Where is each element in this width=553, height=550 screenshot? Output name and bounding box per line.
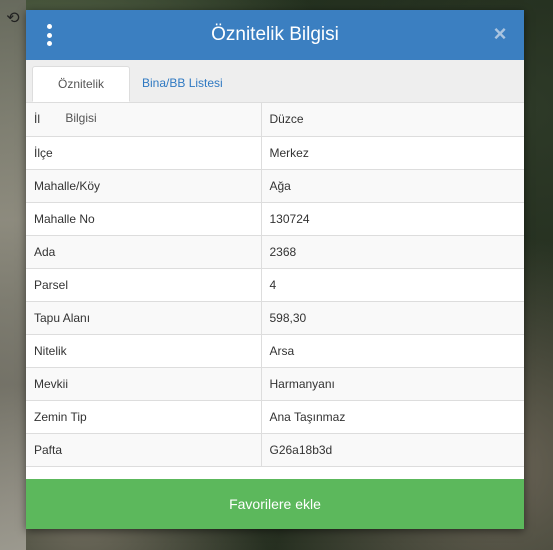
attribute-key: Nitelik: [26, 334, 262, 368]
table-row: Mahalle No 130724: [26, 202, 524, 236]
modal-title: Öznitelik Bilgisi: [211, 24, 339, 45]
attribute-key: Tapu Alanı: [26, 301, 262, 335]
table-row: İl Düzce: [26, 103, 524, 137]
table-row: Pafta G26a18b3d: [26, 433, 524, 467]
attribute-value: 130724: [261, 202, 524, 236]
attribute-value: Düzce: [261, 103, 524, 137]
table-row: Mevkii Harmanyanı: [26, 367, 524, 401]
table-row: Tapu Alanı 598,30: [26, 301, 524, 335]
attribute-value: Ağa: [261, 169, 524, 203]
attribute-key: Zemin Tip: [26, 400, 262, 434]
close-icon[interactable]: ×: [490, 23, 510, 45]
tab-attribute-info[interactable]: Öznitelik Bilgisi: [32, 66, 130, 125]
add-to-favorites-button[interactable]: Favorilere ekle: [26, 479, 524, 529]
attribute-value: Ana Taşınmaz: [261, 400, 524, 434]
table-row: Mahalle/Köy Ağa: [26, 169, 524, 203]
attribute-key: İlçe: [26, 136, 262, 170]
attribute-value: Harmanyanı: [261, 367, 524, 401]
table-row: Zemin Tip Ana Taşınmaz: [26, 400, 524, 434]
table-row: Nitelik Arsa: [26, 334, 524, 368]
attribute-key: Mahalle/Köy: [26, 169, 262, 203]
attribute-value: 598,30: [261, 301, 524, 335]
attribute-value: Arsa: [261, 334, 524, 368]
attribute-value: Merkez: [261, 136, 524, 170]
rotate-icon[interactable]: ⟲: [4, 10, 22, 28]
table-row: Ada 2368: [26, 235, 524, 269]
attribute-key: Pafta: [26, 433, 262, 467]
attribute-info-modal: Öznitelik Bilgisi × Öznitelik Bilgisi Bi…: [26, 10, 524, 529]
modal-header: Öznitelik Bilgisi ×: [26, 10, 524, 60]
attribute-key: Mahalle No: [26, 202, 262, 236]
attribute-key: Mevkii: [26, 367, 262, 401]
table-row: İlçe Merkez: [26, 136, 524, 170]
table-row: Parsel 4: [26, 268, 524, 302]
attribute-key: Parsel: [26, 268, 262, 302]
attribute-key: Ada: [26, 235, 262, 269]
attribute-value: 2368: [261, 235, 524, 269]
map-edge-strip: [0, 0, 26, 550]
attribute-key: İl: [26, 103, 262, 137]
attribute-value: 4: [261, 268, 524, 302]
attribute-value: G26a18b3d: [261, 433, 524, 467]
tab-bar: Öznitelik Bilgisi Bina/BB Listesi: [26, 60, 524, 125]
attribute-table: İl Düzce İlçe Merkez Mahalle/Köy Ağa Mah…: [26, 103, 524, 467]
tab-building-list[interactable]: Bina/BB Listesi: [134, 66, 231, 102]
